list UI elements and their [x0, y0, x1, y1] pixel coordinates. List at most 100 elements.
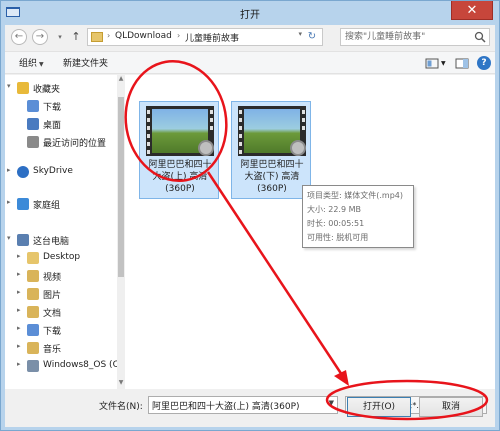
sidebar-item[interactable]: ▸ Desktop: [5, 249, 117, 267]
download-folder-icon: [27, 100, 39, 112]
pictures-folder-icon: [27, 288, 39, 300]
documents-folder-icon: [27, 306, 39, 318]
refresh-button[interactable]: ↻: [304, 30, 320, 44]
tooltip-type: 项目类型: 媒体文件(.mp4): [307, 191, 403, 200]
file-item-part1[interactable]: 阿里巴巴和四十 大盗(上) 高清 (360P): [139, 101, 219, 199]
sidebar-item[interactable]: ▾ 这台电脑: [5, 231, 117, 249]
file-item-part2[interactable]: 阿里巴巴和四十 大盗(下) 高清 (360P): [231, 101, 311, 199]
star-icon: [17, 82, 29, 94]
organize-menu[interactable]: 组织 ▼: [19, 56, 44, 69]
file-name-line: (360P): [165, 184, 195, 194]
sidebar-item-label: 文档: [43, 309, 62, 319]
chevron-right-icon[interactable]: ▸: [17, 288, 21, 296]
chevron-right-icon: ›: [107, 31, 111, 40]
search-box[interactable]: [340, 28, 490, 46]
computer-icon: [17, 234, 29, 246]
filename-combobox[interactable]: ▼: [148, 396, 338, 414]
sidebar-item[interactable]: ▸ 下载: [5, 321, 117, 339]
homegroup-icon: [17, 198, 29, 210]
chevron-down-icon[interactable]: ▾: [298, 30, 302, 38]
chevron-right-icon[interactable]: ▸: [7, 166, 11, 174]
navigation-bar: ← → ▾ ↑ › QLDownload › 儿童睡前故事 ▾ ↻: [5, 25, 495, 50]
title-bar[interactable]: 打开 ✕: [1, 1, 499, 25]
arrow-left-icon: ←: [14, 31, 24, 42]
forward-button[interactable]: →: [32, 29, 48, 45]
download-folder-icon: [27, 324, 39, 336]
help-button[interactable]: ?: [477, 56, 491, 70]
chevron-right-icon: ›: [177, 31, 181, 40]
sidebar-item[interactable]: ▸ 文档: [5, 303, 117, 321]
sidebar-item-label: SkyDrive: [33, 166, 73, 176]
sidebar-item-label: 最近访问的位置: [43, 139, 107, 149]
address-bar[interactable]: › QLDownload › 儿童睡前故事 ▾ ↻: [87, 28, 323, 46]
file-name-line: 阿里巴巴和四十: [148, 160, 212, 170]
film-reel-icon: [290, 140, 306, 156]
chevron-down-icon[interactable]: ▼: [329, 399, 334, 407]
open-button[interactable]: 打开(O): [347, 397, 411, 417]
cancel-button[interactable]: 取消: [419, 397, 483, 417]
video-folder-icon: [27, 270, 39, 282]
file-name-line: 大盗(上) 高清: [152, 172, 208, 182]
chevron-down-icon[interactable]: ▾: [7, 234, 11, 242]
file-list: 阿里巴巴和四十 大盗(上) 高清 (360P) 阿里巴巴和四十 大盗(下) 高清…: [125, 75, 495, 389]
desktop-icon: [27, 118, 39, 130]
chevron-right-icon[interactable]: ▸: [17, 324, 21, 332]
scroll-thumb[interactable]: [118, 97, 124, 277]
sidebar-item-label: 下载: [43, 103, 62, 113]
tooltip-availability: 可用性: 脱机可用: [307, 233, 369, 242]
sidebar-item[interactable]: 桌面: [5, 115, 117, 133]
sidebar-scrollbar[interactable]: ▲ ▼: [117, 75, 125, 389]
navigation-pane: ▾ 收藏夹下载桌面最近访问的位置 ▸ SkyDrive ▸ 家庭组 ▾ 这台电脑 ▸ Deskto…: [5, 75, 123, 389]
sidebar-item-label: 桌面: [43, 121, 62, 131]
sidebar-item-label: 视频: [43, 273, 62, 283]
chevron-down-icon[interactable]: ▾: [7, 82, 11, 90]
file-name-line: 阿里巴巴和四十: [240, 160, 304, 170]
view-dropdown[interactable]: ▼: [441, 60, 446, 67]
scroll-up-arrow[interactable]: ▲: [117, 75, 125, 85]
sidebar-item[interactable]: ▸ SkyDrive: [5, 163, 117, 181]
sidebar-item-label: 图片: [43, 291, 62, 301]
chevron-down-icon: ▼: [39, 61, 44, 68]
sidebar-item[interactable]: ▸ 音乐: [5, 339, 117, 357]
sidebar-item-label: Windows8_OS (C: [43, 360, 119, 370]
sidebar-item[interactable]: ▾ 收藏夹: [5, 79, 117, 97]
filename-input[interactable]: [152, 398, 322, 412]
sidebar-item-label: 音乐: [43, 345, 62, 355]
breadcrumb-qldownload[interactable]: QLDownload: [115, 31, 172, 41]
tooltip-duration: 时长: 00:05:51: [307, 219, 365, 228]
sidebar-item[interactable]: ▸ 家庭组: [5, 195, 117, 213]
back-button[interactable]: ←: [11, 29, 27, 45]
file-info-tooltip: 项目类型: 媒体文件(.mp4) 大小: 22.9 MB 时长: 00:05:5…: [302, 185, 414, 248]
file-name-line: (360P): [257, 184, 287, 194]
sidebar-item[interactable]: ▸ Windows8_OS (C: [5, 357, 119, 375]
up-button[interactable]: ↑: [69, 29, 83, 45]
chevron-right-icon[interactable]: ▸: [17, 252, 21, 260]
chevron-right-icon[interactable]: ▸: [17, 360, 21, 368]
preview-pane-icon[interactable]: [455, 56, 469, 71]
file-name: 阿里巴巴和四十 大盗(上) 高清 (360P): [142, 159, 218, 195]
folder-icon: [27, 252, 39, 264]
sidebar-item-label: 这台电脑: [33, 237, 70, 247]
video-thumbnail: [238, 106, 306, 156]
search-icon: [474, 31, 486, 43]
sidebar-item[interactable]: ▸ 视频: [5, 267, 117, 285]
chevron-right-icon[interactable]: ▸: [17, 342, 21, 350]
close-button[interactable]: ✕: [451, 1, 493, 20]
tooltip-size: 大小: 22.9 MB: [307, 205, 361, 214]
chevron-right-icon[interactable]: ▸: [17, 270, 21, 278]
search-input[interactable]: [345, 30, 470, 44]
chevron-right-icon[interactable]: ▸: [7, 198, 11, 206]
organize-label: 组织: [19, 59, 38, 69]
view-options-icon[interactable]: [425, 56, 439, 71]
file-name-line: 大盗(下) 高清: [244, 172, 300, 182]
new-folder-button[interactable]: 新建文件夹: [63, 56, 108, 69]
folder-icon: [91, 32, 103, 42]
recent-places-icon: [27, 136, 39, 148]
recent-locations-dropdown[interactable]: ▾: [55, 29, 65, 45]
sidebar-item[interactable]: ▸ 图片: [5, 285, 117, 303]
breadcrumb-current-folder[interactable]: 儿童睡前故事: [185, 31, 239, 44]
scroll-down-arrow[interactable]: ▼: [117, 379, 125, 389]
chevron-right-icon[interactable]: ▸: [17, 306, 21, 314]
sidebar-item[interactable]: 下载: [5, 97, 117, 115]
sidebar-item[interactable]: 最近访问的位置: [5, 133, 117, 151]
